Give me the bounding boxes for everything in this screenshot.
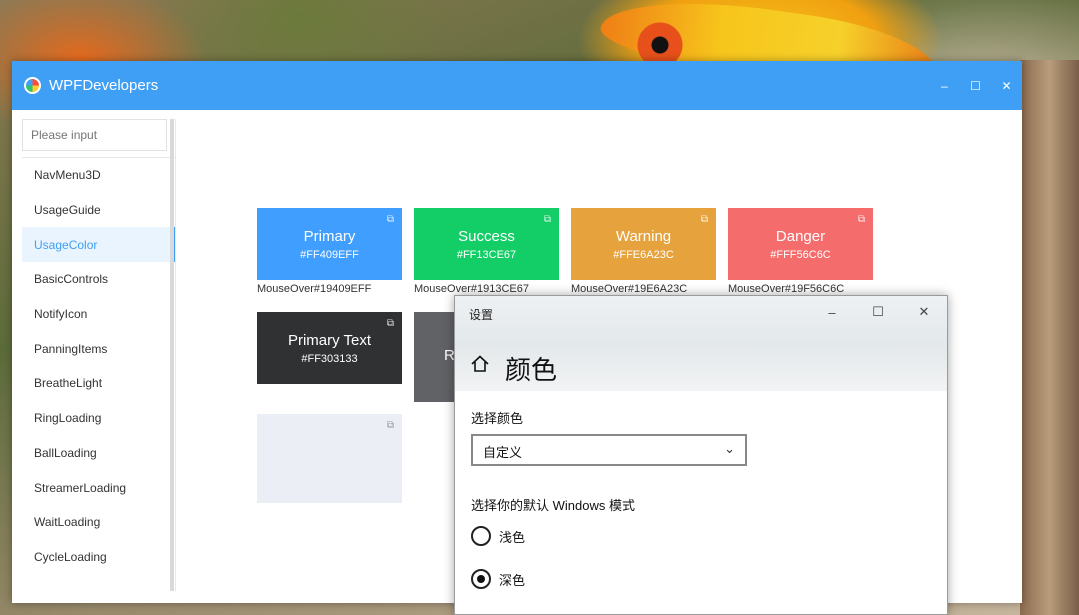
sidebar-item-ballloading[interactable]: BallLoading [22,436,175,471]
sidebar-item-ringloading[interactable]: RingLoading [22,401,175,436]
sidebar-item-navmenu3d[interactable]: NavMenu3D [22,158,175,193]
sidebar-item-usageguide[interactable]: UsageGuide [22,193,175,228]
color-card-name: Primary Text [287,331,372,349]
settings-title: 设置 [469,308,494,322]
sidebar-item-label: StreamerLoading [34,480,127,495]
copy-icon[interactable]: ⧉ [544,214,551,225]
color-card-success[interactable]: ⧉ Success #FF13CE67 [414,208,559,280]
search-input[interactable] [22,119,167,151]
dialog-close-button[interactable]: ✕ [901,296,947,328]
color-card-hex: #FF13CE67 [456,248,517,261]
color-card-name: Warning [615,227,672,245]
color-card-name: Primary [303,227,356,245]
sidebar-item-notifyicon[interactable]: NotifyIcon [22,297,175,332]
sidebar-item-panningitems[interactable]: PanningItems [22,331,175,366]
maximize-button[interactable]: ☐ [960,61,991,110]
color-mode-select[interactable]: 自定义 ⌄ [471,434,747,466]
color-card-name: Danger [775,227,826,245]
app-title: WPFDevelopers [49,77,159,94]
close-button[interactable]: ✕ [991,61,1022,110]
sidebar-item-label: BreatheLight [34,376,103,391]
settings-dialog: 设置 – ☐ ✕ 颜色 选择颜色 自定义 ⌄ 选择你的默认 Windows 模式… [454,295,948,615]
color-card-warning[interactable]: ⧉ Warning #FFE6A23C [571,208,716,280]
mouseover-label: MouseOver#1913CE67 [414,283,529,295]
sidebar-item-basiccontrols[interactable]: BasicControls [22,262,175,297]
sidebar-item-label: WaitLoading [34,515,101,530]
sidebar-item-streamerloading[interactable]: StreamerLoading [22,470,175,505]
copy-icon[interactable]: ⧉ [858,214,865,225]
copy-icon[interactable]: ⧉ [387,214,394,225]
radio-dark-button[interactable] [471,569,491,589]
color-card-hex: #FF409EFF [300,248,359,261]
color-card-light[interactable]: ⧉ [257,414,402,503]
sidebar-item-label: BasicControls [34,272,109,287]
window-controls: – ☐ ✕ [929,61,1022,110]
sidebar-item-breathelight[interactable]: BreatheLight [22,366,175,401]
sidebar-item-waitloading[interactable]: WaitLoading [22,505,175,540]
minimize-button[interactable]: – [929,61,960,110]
settings-header: 设置 – ☐ ✕ 颜色 [455,296,947,391]
app-logo-icon [24,77,41,94]
copy-icon[interactable]: ⧉ [387,420,394,431]
sidebar-item-label: BallLoading [34,445,97,460]
mouseover-label: MouseOver#19E6A23C [571,283,688,295]
sidebar: NavMenu3D UsageGuide UsageColor BasicCon… [22,119,176,591]
settings-heading: 颜色 [505,356,558,386]
radio-dark[interactable]: 深色 [471,569,525,589]
sidebar-item-label: UsageColor [34,237,98,252]
choose-color-label: 选择颜色 [471,411,524,426]
sidebar-item-label: UsageGuide [34,203,101,218]
chevron-down-icon: ⌄ [724,441,735,456]
color-card-hex: #FF303133 [301,352,358,365]
color-card-danger[interactable]: ⧉ Danger #FFF56C6C [728,208,873,280]
color-mode-select-value: 自定义 [483,445,523,460]
home-icon[interactable] [470,354,490,374]
sidebar-item-label: PanningItems [34,341,108,356]
dialog-minimize-button[interactable]: – [809,296,855,328]
sidebar-item-label: RingLoading [34,411,102,426]
nav-list: NavMenu3D UsageGuide UsageColor BasicCon… [22,157,175,574]
sidebar-scrollbar[interactable] [170,119,174,591]
radio-dark-label: 深色 [499,572,526,588]
mouseover-label: MouseOver#19F56C6C [728,283,845,295]
sidebar-item-label: NotifyIcon [34,307,88,322]
copy-icon[interactable]: ⧉ [387,318,394,329]
mouseover-label: MouseOver#19409EFF [257,283,372,295]
sidebar-item-usagecolor[interactable]: UsageColor [22,227,175,263]
copy-icon[interactable]: ⧉ [701,214,708,225]
dialog-controls: – ☐ ✕ [809,296,947,328]
radio-light-button[interactable] [471,526,491,546]
background-branch [1020,60,1079,615]
color-card-hex: #FFE6A23C [613,248,674,261]
sidebar-item-label: CycleLoading [34,549,107,564]
sidebar-item-cycleloading[interactable]: CycleLoading [22,540,175,575]
color-card-hex: #FFF56C6C [770,248,831,261]
color-card-primary-text[interactable]: ⧉ Primary Text #FF303133 [257,312,402,384]
color-card-name: Success [458,227,515,245]
radio-light-label: 浅色 [499,529,526,545]
dialog-maximize-button[interactable]: ☐ [855,296,901,328]
radio-light[interactable]: 浅色 [471,526,525,546]
color-card-primary[interactable]: ⧉ Primary #FF409EFF [257,208,402,280]
windows-mode-label: 选择你的默认 Windows 模式 [471,498,635,513]
title-bar: WPFDevelopers – ☐ ✕ [12,61,1022,110]
sidebar-item-label: NavMenu3D [34,168,101,183]
